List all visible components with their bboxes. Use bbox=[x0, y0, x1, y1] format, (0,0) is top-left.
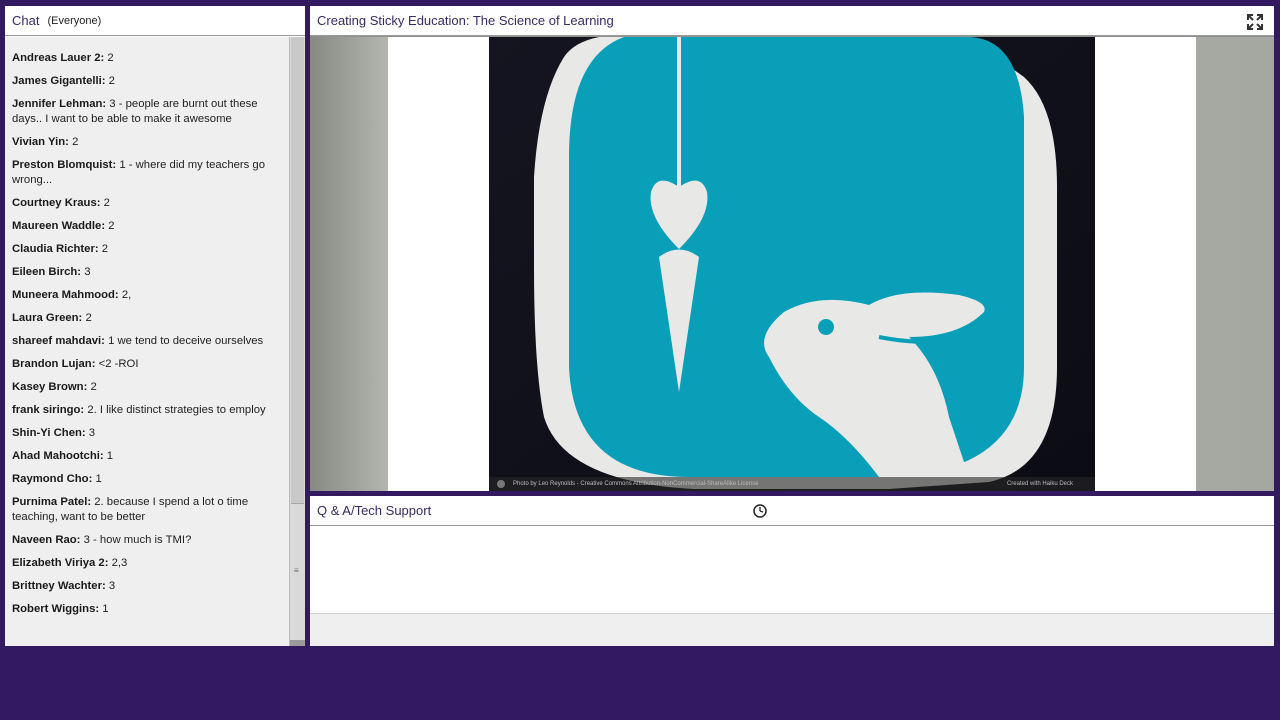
scroll-grip-icon: ≡ bbox=[294, 566, 299, 575]
chat-message-text: 2 bbox=[105, 75, 115, 87]
chat-sender-name: Brandon Lujan: bbox=[12, 358, 96, 370]
chat-scrollbar[interactable]: ≡ bbox=[289, 37, 305, 646]
chat-sender-name: Raymond Cho: bbox=[12, 473, 93, 485]
chat-pod: Chat (Everyone) Andreas Lauer 2: 2 James … bbox=[5, 6, 305, 646]
share-header: Creating Sticky Education: The Science o… bbox=[310, 6, 1274, 36]
chat-sender-name: Maureen Waddle: bbox=[12, 220, 106, 232]
chat-message-text: <2 -ROI bbox=[95, 358, 139, 370]
chat-message: Vivian Yin: 2 bbox=[12, 135, 268, 150]
qa-content bbox=[310, 527, 1274, 614]
chat-sender-name: Naveen Rao: bbox=[12, 534, 81, 546]
rabbit-carrot-illustration bbox=[489, 37, 1095, 491]
chat-message-text: 2 bbox=[82, 312, 92, 324]
chat-message-text: 2 bbox=[98, 243, 109, 255]
slide-image: Photo by Leo Reynolds - Creative Commons… bbox=[489, 37, 1095, 491]
chat-sender-name: Vivian Yin: bbox=[12, 136, 69, 148]
creative-commons-icon bbox=[497, 480, 505, 488]
chat-message-text: 1 bbox=[92, 473, 102, 485]
qa-header: Q & A/Tech Support bbox=[310, 496, 1274, 526]
chat-message: Preston Blomquist: 1 - where did my teac… bbox=[12, 158, 268, 188]
slide-area: Photo by Leo Reynolds - Creative Commons… bbox=[310, 37, 1274, 491]
chat-sender-name: Andreas Lauer 2: bbox=[12, 52, 105, 64]
chat-message-list: Andreas Lauer 2: 2 James Gigantelli: 2 Jen… bbox=[5, 37, 289, 646]
chat-message: Brandon Lujan: <2 -ROI bbox=[12, 357, 268, 372]
chat-message: Kasey Brown: 2 bbox=[12, 380, 268, 395]
chat-title: Chat bbox=[12, 13, 40, 28]
chat-scroll-thumb[interactable] bbox=[291, 37, 304, 504]
qa-pod: Q & A/Tech Support bbox=[310, 496, 1274, 646]
chat-sender-name: Jennifer Lehman: bbox=[12, 98, 107, 110]
chat-message-text: 1 bbox=[103, 450, 114, 462]
chat-sender-name: Ahad Mahootchi: bbox=[12, 450, 104, 462]
chat-message-text: 2, bbox=[118, 289, 132, 301]
chat-message-text: 2. I like distinct strategies to employ bbox=[84, 404, 266, 416]
chat-sender-name: Shin-Yi Chen: bbox=[12, 427, 86, 439]
chat-sender-name: Brittney Wachter: bbox=[12, 580, 106, 592]
chat-sender-name: frank siringo: bbox=[12, 404, 85, 416]
chat-messages: Andreas Lauer 2: 2 James Gigantelli: 2 Jen… bbox=[12, 51, 268, 625]
chat-sender-name: Kasey Brown: bbox=[12, 381, 88, 393]
chat-message-text: 2 bbox=[104, 52, 114, 64]
chat-sender-name: Courtney Kraus: bbox=[12, 197, 101, 209]
chat-message: Andreas Lauer 2: 2 bbox=[12, 51, 268, 66]
chat-message-text: 2,3 bbox=[108, 557, 128, 569]
chat-sender-name: Preston Blomquist: bbox=[12, 159, 117, 171]
chat-message: Naveen Rao: 3 - how much is TMI? bbox=[12, 533, 268, 548]
chat-message-text: 3 - how much is TMI? bbox=[80, 534, 192, 546]
slide-photo-credit: Photo by Leo Reynolds - Creative Commons… bbox=[513, 481, 759, 487]
chat-message: Maureen Waddle: 2 bbox=[12, 219, 268, 234]
qa-title: Q & A/Tech Support bbox=[317, 503, 432, 518]
chat-message-text: 1 bbox=[99, 603, 109, 615]
chat-message-text: 1 we tend to deceive ourselves bbox=[104, 335, 264, 347]
chat-sender-name: Robert Wiggins: bbox=[12, 603, 100, 615]
fullscreen-icon bbox=[1247, 14, 1263, 30]
chat-sender-name: Claudia Richter: bbox=[12, 243, 99, 255]
scroll-track-end bbox=[290, 640, 305, 646]
fullscreen-button[interactable] bbox=[1246, 13, 1264, 31]
chat-sender-name: James Gigantelli: bbox=[12, 75, 106, 87]
chat-message-text: 3 bbox=[81, 266, 91, 278]
chat-message-text: 3 bbox=[105, 580, 116, 592]
chat-sender-name: Eileen Birch: bbox=[12, 266, 82, 278]
share-title: Creating Sticky Education: The Science o… bbox=[317, 13, 614, 28]
chat-message: Eileen Birch: 3 bbox=[12, 265, 268, 280]
chat-message: Claudia Richter: 2 bbox=[12, 242, 268, 257]
chat-sender-name: Laura Green: bbox=[12, 312, 83, 324]
share-pod: Creating Sticky Education: The Science o… bbox=[310, 6, 1274, 491]
chat-message-text: 2 bbox=[105, 220, 115, 232]
chat-message: Purnima Patel: 2. because I spend a lot … bbox=[12, 495, 268, 525]
qa-input-area[interactable] bbox=[310, 614, 1274, 646]
chat-message: Raymond Cho: 1 bbox=[12, 472, 268, 487]
chat-message: James Gigantelli: 2 bbox=[12, 74, 268, 89]
chat-sender-name: Muneera Mahmood: bbox=[12, 289, 119, 301]
chat-message: Ahad Mahootchi: 1 bbox=[12, 449, 268, 464]
chat-message: frank siringo: 2. I like distinct strate… bbox=[12, 403, 268, 418]
chat-message: shareef mahdavi: 1 we tend to deceive ou… bbox=[12, 334, 268, 349]
chat-sender-name: Elizabeth Viriya 2: bbox=[12, 557, 109, 569]
chat-message: Shin-Yi Chen: 3 bbox=[12, 426, 268, 441]
chat-message: Courtney Kraus: 2 bbox=[12, 196, 268, 211]
chat-header: Chat (Everyone) bbox=[5, 6, 305, 36]
busy-cursor-icon bbox=[753, 504, 767, 518]
chat-message: Laura Green: 2 bbox=[12, 311, 268, 326]
chat-message-text: 3 bbox=[85, 427, 96, 439]
slide-deck-credit: Created with Haiku Deck bbox=[1006, 481, 1073, 487]
chat-sender-name: shareef mahdavi: bbox=[12, 335, 105, 347]
chat-sender-name: Purnima Patel: bbox=[12, 496, 92, 508]
chat-message: Muneera Mahmood: 2, bbox=[12, 288, 268, 303]
chat-message: Jennifer Lehman: 3 - people are burnt ou… bbox=[12, 97, 268, 127]
chat-message: Elizabeth Viriya 2: 2,3 bbox=[12, 556, 268, 571]
chat-message-text: 2 bbox=[87, 381, 97, 393]
chat-message: Brittney Wachter: 3 bbox=[12, 579, 268, 594]
slide-caption: Photo by Leo Reynolds - Creative Commons… bbox=[489, 477, 1095, 491]
chat-message-text: 2 bbox=[68, 136, 79, 148]
chat-message-text: 2 bbox=[100, 197, 110, 209]
chat-audience[interactable]: (Everyone) bbox=[47, 15, 101, 27]
chat-message: Robert Wiggins: 1 bbox=[12, 602, 268, 617]
